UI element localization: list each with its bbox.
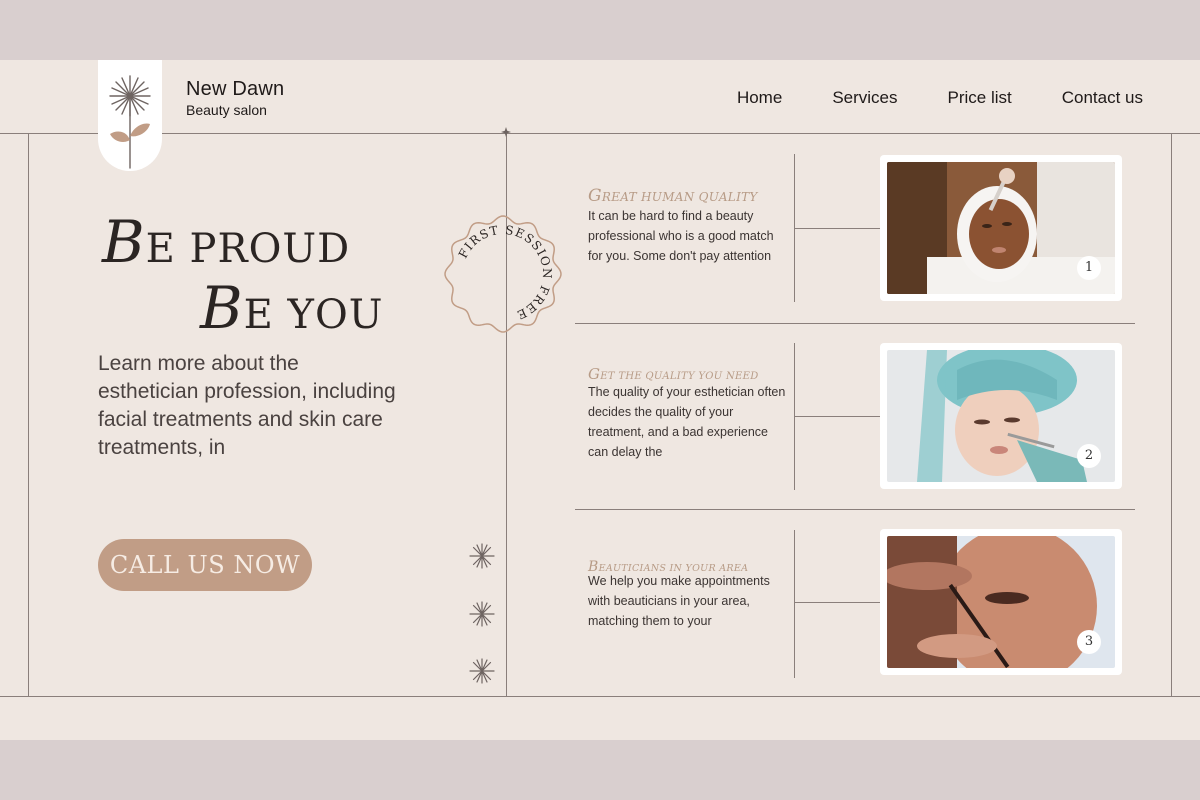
svg-text:FIRST SESSION FREE: FIRST SESSION FREE (456, 223, 554, 323)
feature-connector-3 (794, 602, 880, 603)
nav-price-list[interactable]: Price list (948, 88, 1012, 108)
feature-title-1: GREAT HUMAN QUALITY (588, 186, 758, 206)
feature-number-2: 2 (1077, 444, 1101, 468)
feature-number-1: 1 (1077, 256, 1101, 280)
feature-text-1: It can be hard to find a beauty professi… (588, 209, 774, 263)
headline-line-2-cap: B (200, 274, 244, 342)
feature-title-2-cap: G (588, 365, 601, 383)
main-nav: Home Services Price list Contact us (687, 88, 1143, 108)
facial-mask-photo: 1 (887, 162, 1115, 294)
footer-divider (0, 696, 1200, 697)
headline-line-2-rest: E YOU (243, 292, 384, 338)
nav-services[interactable]: Services (832, 88, 897, 108)
feature-text-2: The quality of your esthetician often de… (588, 385, 786, 459)
skin-treatment-photo: 2 (887, 350, 1115, 482)
flower-icon (109, 75, 151, 169)
headline-line-1-cap: B (102, 208, 146, 276)
feature-photo-card-2[interactable]: 2 (880, 343, 1122, 489)
nav-home[interactable]: Home (737, 88, 782, 108)
logo-badge[interactable] (98, 60, 162, 171)
diamond-icon (501, 127, 511, 137)
seal-text: FIRST SESSION FREE (456, 223, 553, 323)
feature-connector-2 (794, 416, 880, 417)
feature-number-3: 3 (1077, 630, 1101, 654)
headline-line-1: BE PROUD (102, 208, 350, 276)
sparkle-icon (469, 601, 495, 627)
feature-title-2-rest: ET THE QUALITY YOU NEED (600, 371, 759, 382)
landing-page: New Dawn Beauty salon Home Services Pric… (0, 60, 1200, 740)
feature-text-3: We help you make appointments with beaut… (588, 574, 770, 628)
hero-description: Learn more about the esthetician profess… (98, 352, 396, 459)
feature-title-1-cap: G (588, 186, 602, 206)
feature-divider-2 (575, 509, 1135, 510)
brand-tagline: Beauty salon (186, 102, 267, 118)
brand-name: New Dawn (186, 78, 285, 100)
feature-photo-card-3[interactable]: 3 (880, 529, 1122, 675)
feature-photo-card-1[interactable]: 1 (880, 155, 1122, 301)
sparkle-icon (469, 543, 495, 569)
sparkle-icon (469, 658, 495, 684)
feature-title-1-rest: REAT HUMAN QUALITY (601, 190, 758, 204)
right-frame-line (1171, 133, 1172, 696)
headline-line-1-rest: E PROUD (145, 226, 351, 272)
feature-vline-3 (794, 530, 795, 678)
feature-divider-1 (575, 323, 1135, 324)
headline-line-2: BE YOU (200, 274, 383, 342)
nav-contact-us[interactable]: Contact us (1062, 88, 1143, 108)
left-frame-line (28, 133, 29, 696)
feature-connector-1 (794, 228, 880, 229)
makeup-application-photo: 3 (887, 536, 1115, 668)
header-divider (0, 133, 1200, 134)
first-session-free-seal: FIRST SESSION FREE (444, 215, 562, 333)
call-us-now-button[interactable]: CALL US NOW (98, 539, 312, 591)
feature-title-2: GET THE QUALITY YOU NEED (588, 364, 759, 383)
